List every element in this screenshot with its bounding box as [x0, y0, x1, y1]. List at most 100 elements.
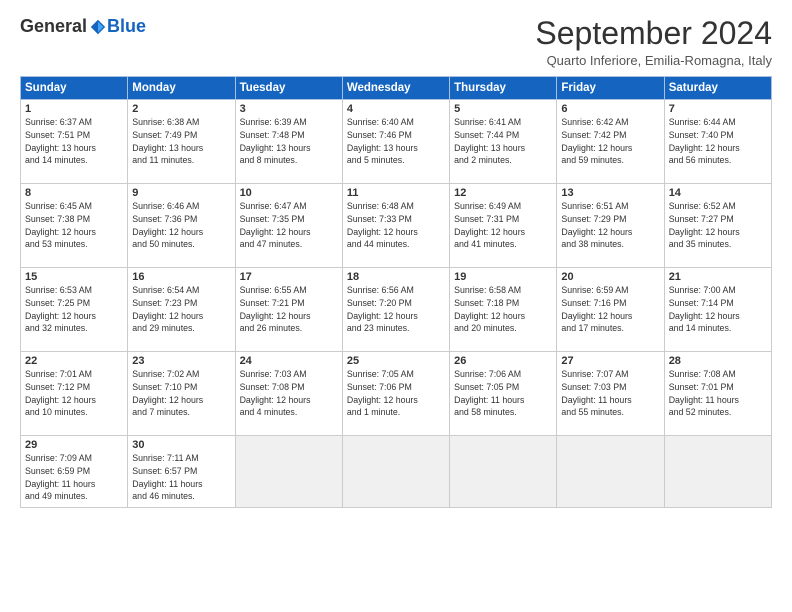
calendar-week-row: 22Sunrise: 7:01 AM Sunset: 7:12 PM Dayli… [21, 352, 772, 436]
day-number: 14 [669, 187, 767, 199]
calendar-day-cell: 20Sunrise: 6:59 AM Sunset: 7:16 PM Dayli… [557, 268, 664, 352]
calendar-day-cell: 24Sunrise: 7:03 AM Sunset: 7:08 PM Dayli… [235, 352, 342, 436]
header-thursday: Thursday [450, 77, 557, 100]
calendar-day-cell: 1Sunrise: 6:37 AM Sunset: 7:51 PM Daylig… [21, 100, 128, 184]
day-number: 22 [25, 355, 123, 367]
day-info: Sunrise: 7:06 AM Sunset: 7:05 PM Dayligh… [454, 368, 552, 419]
calendar-week-row: 29Sunrise: 7:09 AM Sunset: 6:59 PM Dayli… [21, 436, 772, 508]
title-block: September 2024 Quarto Inferiore, Emilia-… [535, 16, 772, 68]
calendar-day-cell: 26Sunrise: 7:06 AM Sunset: 7:05 PM Dayli… [450, 352, 557, 436]
calendar-day-cell: 7Sunrise: 6:44 AM Sunset: 7:40 PM Daylig… [664, 100, 771, 184]
day-info: Sunrise: 7:08 AM Sunset: 7:01 PM Dayligh… [669, 368, 767, 419]
day-number: 9 [132, 187, 230, 199]
header-sunday: Sunday [21, 77, 128, 100]
header: General Blue September 2024 Quarto Infer… [20, 16, 772, 68]
calendar-day-cell [235, 436, 342, 508]
calendar-day-cell: 28Sunrise: 7:08 AM Sunset: 7:01 PM Dayli… [664, 352, 771, 436]
day-number: 25 [347, 355, 445, 367]
day-info: Sunrise: 6:38 AM Sunset: 7:49 PM Dayligh… [132, 116, 230, 167]
day-info: Sunrise: 6:54 AM Sunset: 7:23 PM Dayligh… [132, 284, 230, 335]
day-number: 29 [25, 439, 123, 451]
day-number: 24 [240, 355, 338, 367]
day-number: 16 [132, 271, 230, 283]
day-number: 11 [347, 187, 445, 199]
calendar-day-cell: 11Sunrise: 6:48 AM Sunset: 7:33 PM Dayli… [342, 184, 449, 268]
day-number: 6 [561, 103, 659, 115]
day-number: 2 [132, 103, 230, 115]
calendar-day-cell: 9Sunrise: 6:46 AM Sunset: 7:36 PM Daylig… [128, 184, 235, 268]
day-info: Sunrise: 7:05 AM Sunset: 7:06 PM Dayligh… [347, 368, 445, 419]
day-info: Sunrise: 7:11 AM Sunset: 6:57 PM Dayligh… [132, 452, 230, 503]
day-number: 7 [669, 103, 767, 115]
calendar-day-cell: 14Sunrise: 6:52 AM Sunset: 7:27 PM Dayli… [664, 184, 771, 268]
calendar-day-cell: 18Sunrise: 6:56 AM Sunset: 7:20 PM Dayli… [342, 268, 449, 352]
day-info: Sunrise: 6:45 AM Sunset: 7:38 PM Dayligh… [25, 200, 123, 251]
header-saturday: Saturday [664, 77, 771, 100]
day-info: Sunrise: 6:39 AM Sunset: 7:48 PM Dayligh… [240, 116, 338, 167]
logo-icon [89, 18, 107, 36]
day-info: Sunrise: 6:48 AM Sunset: 7:33 PM Dayligh… [347, 200, 445, 251]
calendar-day-cell [450, 436, 557, 508]
header-monday: Monday [128, 77, 235, 100]
day-info: Sunrise: 7:02 AM Sunset: 7:10 PM Dayligh… [132, 368, 230, 419]
day-number: 23 [132, 355, 230, 367]
day-info: Sunrise: 6:49 AM Sunset: 7:31 PM Dayligh… [454, 200, 552, 251]
calendar-day-cell: 21Sunrise: 7:00 AM Sunset: 7:14 PM Dayli… [664, 268, 771, 352]
day-number: 3 [240, 103, 338, 115]
day-number: 20 [561, 271, 659, 283]
calendar-header-row: Sunday Monday Tuesday Wednesday Thursday… [21, 77, 772, 100]
calendar-day-cell [342, 436, 449, 508]
day-info: Sunrise: 7:03 AM Sunset: 7:08 PM Dayligh… [240, 368, 338, 419]
calendar-day-cell: 25Sunrise: 7:05 AM Sunset: 7:06 PM Dayli… [342, 352, 449, 436]
calendar-day-cell: 16Sunrise: 6:54 AM Sunset: 7:23 PM Dayli… [128, 268, 235, 352]
calendar-day-cell: 12Sunrise: 6:49 AM Sunset: 7:31 PM Dayli… [450, 184, 557, 268]
header-tuesday: Tuesday [235, 77, 342, 100]
day-number: 15 [25, 271, 123, 283]
day-info: Sunrise: 6:58 AM Sunset: 7:18 PM Dayligh… [454, 284, 552, 335]
location: Quarto Inferiore, Emilia-Romagna, Italy [535, 53, 772, 68]
day-number: 12 [454, 187, 552, 199]
day-number: 30 [132, 439, 230, 451]
day-info: Sunrise: 6:42 AM Sunset: 7:42 PM Dayligh… [561, 116, 659, 167]
day-number: 4 [347, 103, 445, 115]
calendar-day-cell: 4Sunrise: 6:40 AM Sunset: 7:46 PM Daylig… [342, 100, 449, 184]
calendar-day-cell: 6Sunrise: 6:42 AM Sunset: 7:42 PM Daylig… [557, 100, 664, 184]
day-info: Sunrise: 6:40 AM Sunset: 7:46 PM Dayligh… [347, 116, 445, 167]
calendar-day-cell: 2Sunrise: 6:38 AM Sunset: 7:49 PM Daylig… [128, 100, 235, 184]
day-info: Sunrise: 6:52 AM Sunset: 7:27 PM Dayligh… [669, 200, 767, 251]
calendar-day-cell: 29Sunrise: 7:09 AM Sunset: 6:59 PM Dayli… [21, 436, 128, 508]
day-info: Sunrise: 7:00 AM Sunset: 7:14 PM Dayligh… [669, 284, 767, 335]
calendar-table: Sunday Monday Tuesday Wednesday Thursday… [20, 76, 772, 508]
calendar-day-cell [664, 436, 771, 508]
day-number: 26 [454, 355, 552, 367]
calendar-day-cell: 5Sunrise: 6:41 AM Sunset: 7:44 PM Daylig… [450, 100, 557, 184]
calendar-week-row: 1Sunrise: 6:37 AM Sunset: 7:51 PM Daylig… [21, 100, 772, 184]
day-info: Sunrise: 6:59 AM Sunset: 7:16 PM Dayligh… [561, 284, 659, 335]
calendar-day-cell [557, 436, 664, 508]
header-wednesday: Wednesday [342, 77, 449, 100]
day-number: 5 [454, 103, 552, 115]
calendar-day-cell: 3Sunrise: 6:39 AM Sunset: 7:48 PM Daylig… [235, 100, 342, 184]
day-info: Sunrise: 6:41 AM Sunset: 7:44 PM Dayligh… [454, 116, 552, 167]
day-number: 17 [240, 271, 338, 283]
day-info: Sunrise: 6:37 AM Sunset: 7:51 PM Dayligh… [25, 116, 123, 167]
logo-general: General [20, 16, 87, 37]
day-info: Sunrise: 7:01 AM Sunset: 7:12 PM Dayligh… [25, 368, 123, 419]
day-info: Sunrise: 6:56 AM Sunset: 7:20 PM Dayligh… [347, 284, 445, 335]
calendar-week-row: 8Sunrise: 6:45 AM Sunset: 7:38 PM Daylig… [21, 184, 772, 268]
day-number: 10 [240, 187, 338, 199]
day-info: Sunrise: 6:44 AM Sunset: 7:40 PM Dayligh… [669, 116, 767, 167]
calendar-day-cell: 8Sunrise: 6:45 AM Sunset: 7:38 PM Daylig… [21, 184, 128, 268]
day-info: Sunrise: 6:55 AM Sunset: 7:21 PM Dayligh… [240, 284, 338, 335]
day-number: 1 [25, 103, 123, 115]
day-number: 19 [454, 271, 552, 283]
calendar-day-cell: 10Sunrise: 6:47 AM Sunset: 7:35 PM Dayli… [235, 184, 342, 268]
day-number: 28 [669, 355, 767, 367]
calendar-day-cell: 19Sunrise: 6:58 AM Sunset: 7:18 PM Dayli… [450, 268, 557, 352]
calendar-week-row: 15Sunrise: 6:53 AM Sunset: 7:25 PM Dayli… [21, 268, 772, 352]
logo: General Blue [20, 16, 146, 37]
month-title: September 2024 [535, 16, 772, 51]
calendar-day-cell: 13Sunrise: 6:51 AM Sunset: 7:29 PM Dayli… [557, 184, 664, 268]
header-friday: Friday [557, 77, 664, 100]
day-info: Sunrise: 7:09 AM Sunset: 6:59 PM Dayligh… [25, 452, 123, 503]
